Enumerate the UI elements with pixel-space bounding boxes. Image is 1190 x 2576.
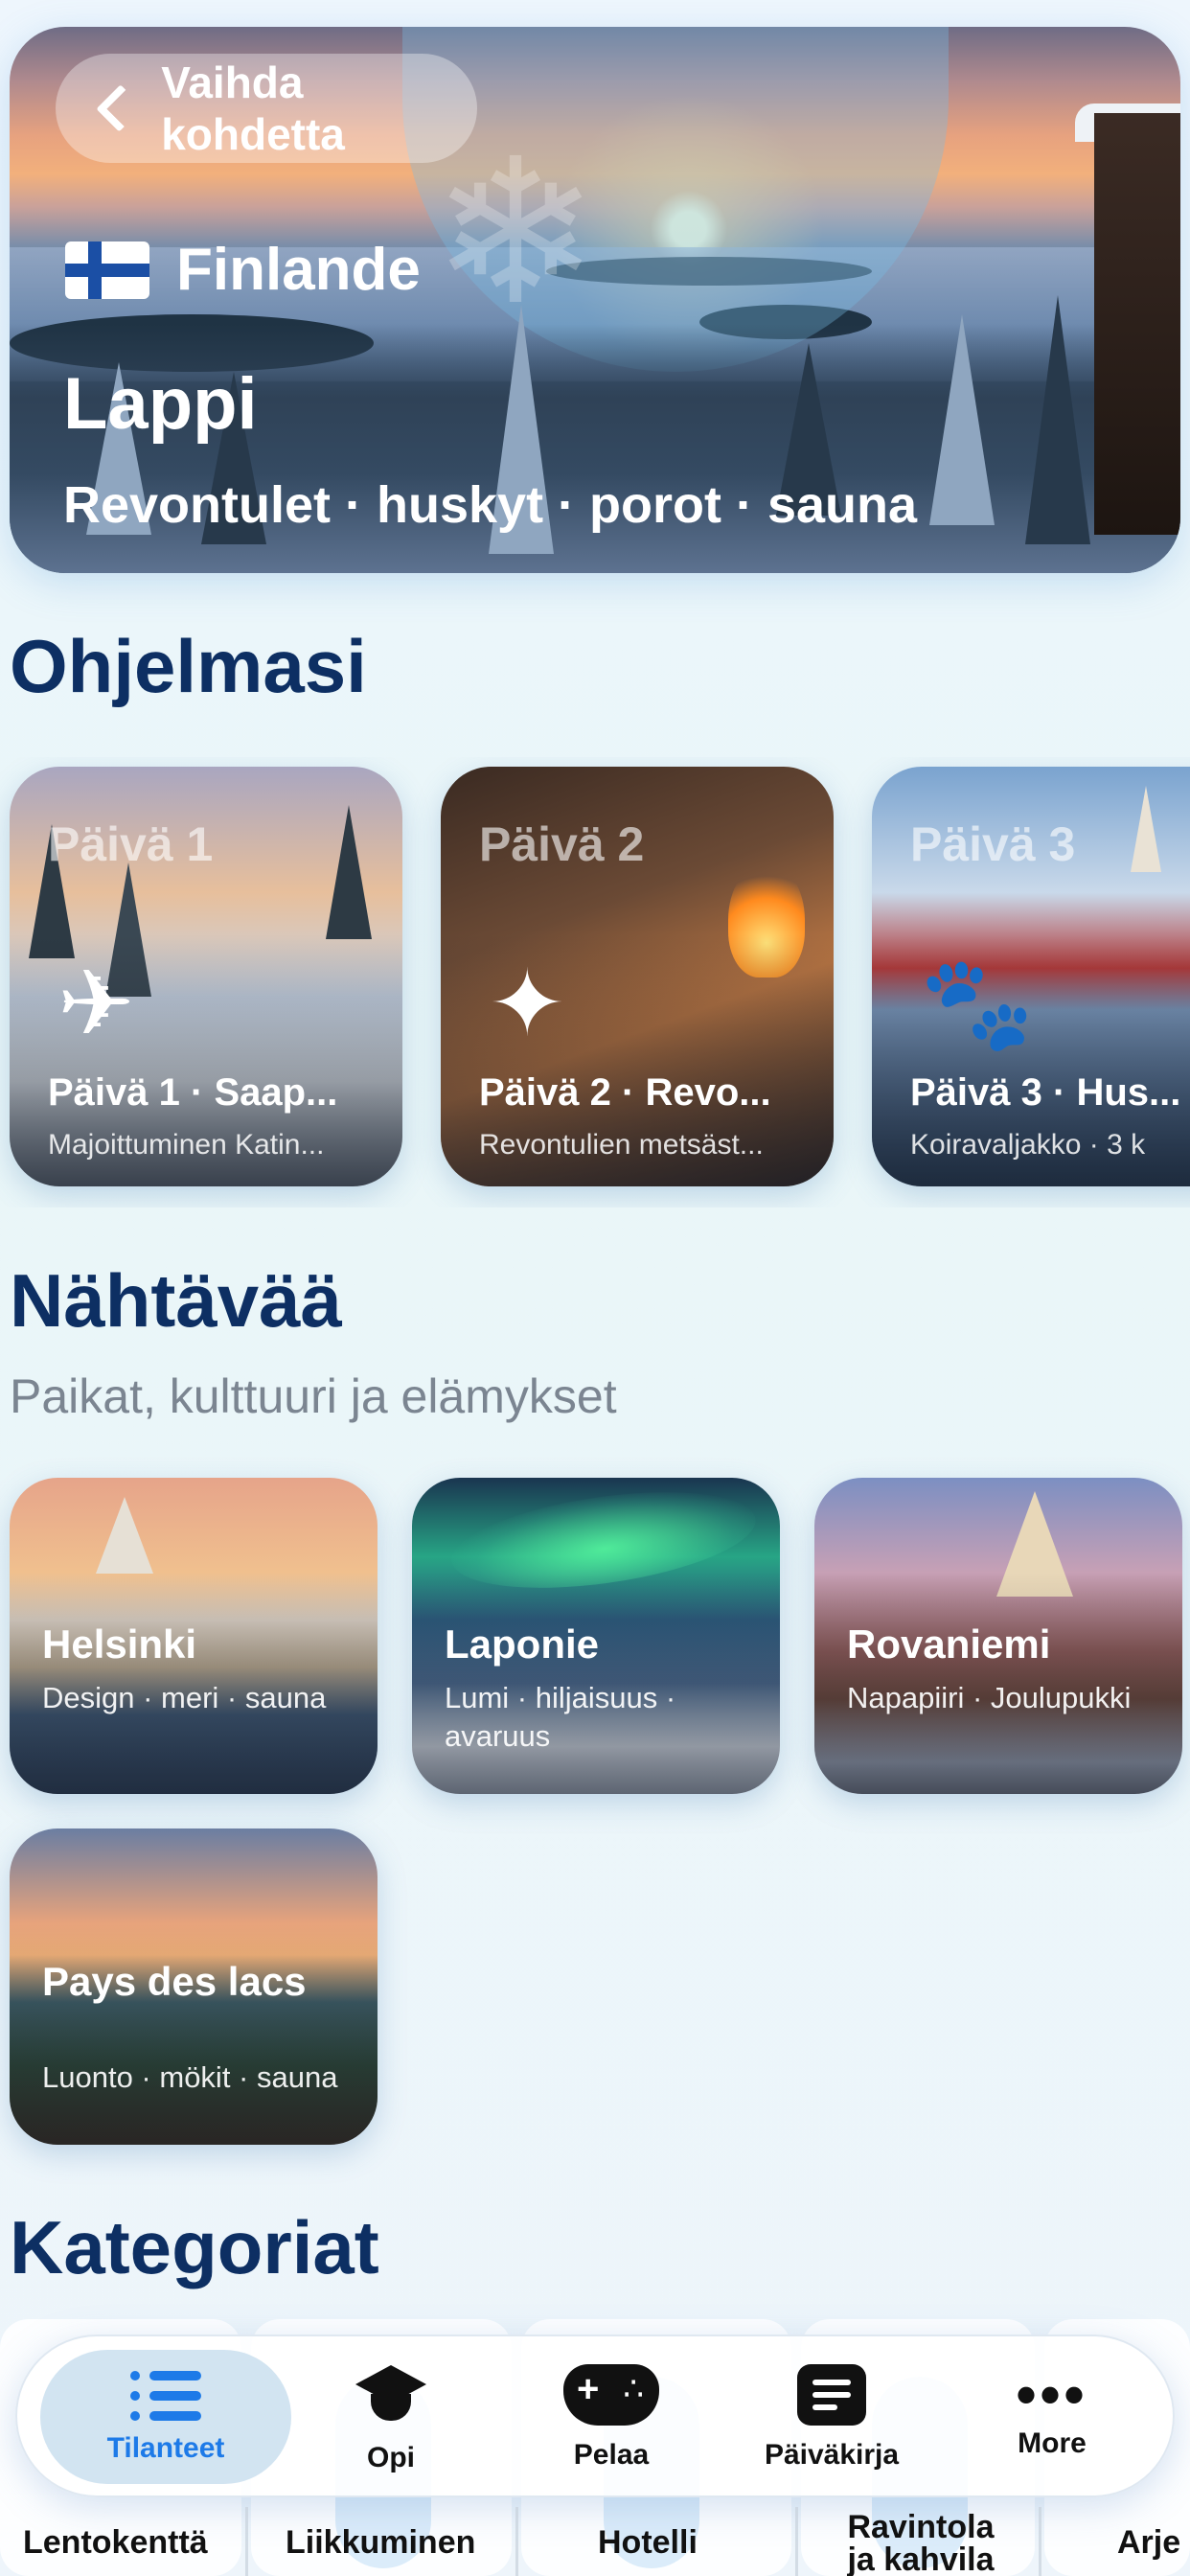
category-label: Lentokenttä xyxy=(23,2524,208,2561)
sights-section-title: Nähtävää xyxy=(10,1258,342,1343)
bottom-tab-bar: Tilanteet Opi Pelaa Päiväkirja ••• More xyxy=(15,2334,1175,2497)
day-card-header: Päivä 3 xyxy=(910,817,1076,871)
sight-card-laponie[interactable]: Laponie Lumi · hiljaisuus · avaruus xyxy=(412,1478,780,1794)
category-divider xyxy=(515,2507,518,2576)
tab-label: Päiväkirja xyxy=(764,2439,900,2471)
sight-name: Laponie xyxy=(445,1622,600,1667)
category-divider xyxy=(795,2507,798,2576)
tab-pelaa[interactable]: Pelaa xyxy=(515,2336,707,2499)
tab-opi[interactable]: Opi xyxy=(305,2336,477,2499)
hero-tree xyxy=(1025,295,1090,544)
airplane-landing-icon: ✈ xyxy=(57,953,135,1055)
paw-icon: 🐾 xyxy=(920,953,1035,1055)
category-label: Ravintola ja kahvila xyxy=(847,2509,995,2576)
sight-name: Helsinki xyxy=(42,1622,197,1667)
day-card-desc: Koiravaljakko · 3 k xyxy=(910,1129,1146,1161)
tab-label: Pelaa xyxy=(573,2439,650,2471)
destination-title: Lappi xyxy=(63,363,258,445)
sight-card-helsinki[interactable]: Helsinki Design · meri · sauna xyxy=(10,1478,378,1794)
list-icon xyxy=(130,2369,201,2423)
hero-country: Finlande xyxy=(65,236,421,304)
day-card-2[interactable]: Päivä 2 ✦ Päivä 2 · Revo... Revontulien … xyxy=(441,767,834,1186)
journal-icon xyxy=(797,2364,866,2426)
program-carousel[interactable]: Päivä 1 ✈ Päivä 1 · Saap... Majoittumine… xyxy=(0,757,1190,1208)
sight-card-rovaniemi[interactable]: Rovaniemi Napapiiri · Joulupukki xyxy=(814,1478,1182,1794)
gamepad-icon xyxy=(563,2364,659,2426)
sparkles-icon: ✦ xyxy=(489,953,566,1055)
category-divider xyxy=(245,2507,248,2576)
category-label: Liikkuminen xyxy=(286,2524,476,2561)
church-spire xyxy=(1131,786,1161,872)
day-card-name: Päivä 2 · Revo... xyxy=(479,1071,771,1114)
sight-name: Rovaniemi xyxy=(847,1622,1051,1667)
hero-cabin xyxy=(1094,113,1180,535)
snowflake-icon: ❄ xyxy=(431,120,600,345)
sight-card-pays-des-lacs[interactable]: Pays des lacs Luonto · mökit · sauna xyxy=(10,1828,378,2145)
card-tree xyxy=(326,805,372,939)
category-label: Arje xyxy=(1117,2524,1181,2561)
destination-hero-card: ❄ Vaihda kohdetta Finlande Lappi Revontu… xyxy=(10,27,1180,573)
tab-label: Opi xyxy=(367,2442,415,2473)
day-card-3[interactable]: Päivä 3 🐾 Päivä 3 · Hus... Koiravaljakko… xyxy=(872,767,1190,1186)
category-divider xyxy=(1039,2507,1041,2576)
day-card-name: Päivä 1 · Saap... xyxy=(48,1071,338,1114)
more-dots-icon: ••• xyxy=(1016,2362,1088,2426)
day-card-desc: Majoittuminen Katin... xyxy=(48,1129,325,1161)
hero-forest xyxy=(10,324,1180,573)
sight-desc: Lumi · hiljaisuus · avaruus xyxy=(445,1681,676,1753)
day-card-name: Päivä 3 · Hus... xyxy=(910,1071,1181,1114)
country-name: Finlande xyxy=(176,237,421,303)
day-card-header: Päivä 1 xyxy=(48,817,214,871)
sight-desc: Design · meri · sauna xyxy=(42,1681,327,1714)
sight-desc: Luonto · mökit · sauna xyxy=(42,2060,338,2094)
sight-desc: Napapiiri · Joulupukki xyxy=(847,1681,1132,1714)
chevron-left-icon xyxy=(96,84,144,132)
day-card-desc: Revontulien metsäst... xyxy=(479,1129,764,1161)
sight-name: Pays des lacs xyxy=(42,1959,307,2004)
program-section-title: Ohjelmasi xyxy=(10,624,367,708)
change-destination-button[interactable]: Vaihda kohdetta xyxy=(56,54,477,163)
tab-label: More xyxy=(1018,2427,1087,2459)
day-card-header: Päivä 2 xyxy=(479,817,645,871)
hero-tree xyxy=(929,314,995,525)
finland-flag-icon xyxy=(65,241,149,299)
change-destination-label: Vaihda kohdetta xyxy=(161,58,345,159)
tab-label: Tilanteet xyxy=(106,2432,225,2464)
graduation-cap-icon xyxy=(348,2361,434,2428)
destination-subtitle: Revontulet · huskyt · porot · sauna xyxy=(63,476,918,534)
tab-more[interactable]: ••• More xyxy=(966,2336,1138,2499)
category-label: Hotelli xyxy=(598,2524,698,2561)
day-card-1[interactable]: Päivä 1 ✈ Päivä 1 · Saap... Majoittumine… xyxy=(10,767,402,1186)
categories-section-title: Kategoriat xyxy=(10,2205,379,2289)
sights-section-subtitle: Paikat, kulttuuri ja elämykset xyxy=(10,1369,617,1423)
tab-tilanteet[interactable]: Tilanteet xyxy=(40,2350,291,2484)
tab-paivakirja[interactable]: Päiväkirja xyxy=(726,2336,937,2499)
